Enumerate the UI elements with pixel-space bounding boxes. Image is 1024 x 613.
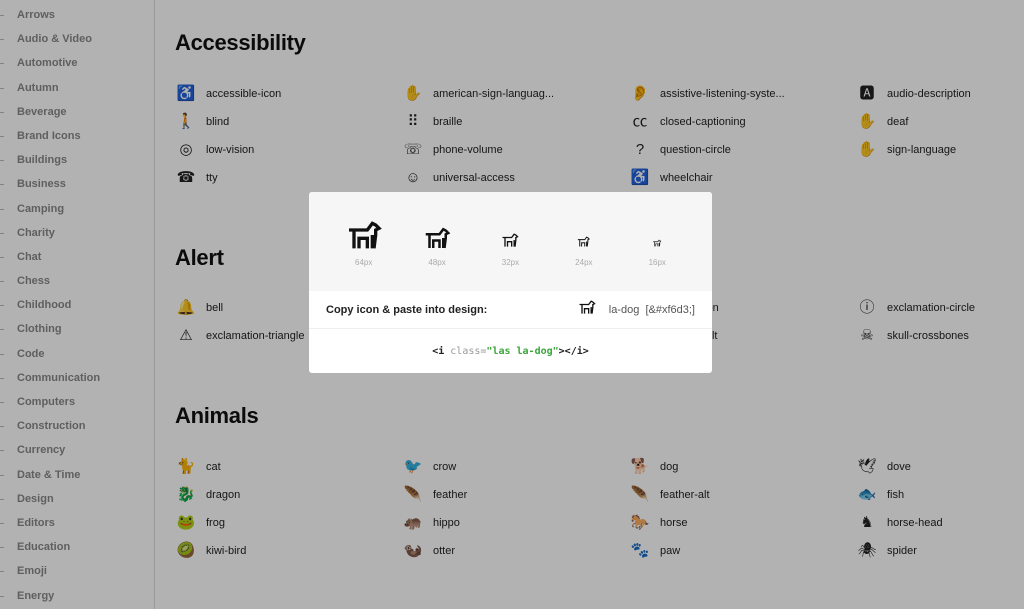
dog-icon (653, 239, 662, 246)
size-label: 16px (648, 258, 666, 267)
size-label: 64px (355, 258, 373, 267)
dog-icon (348, 221, 382, 249)
size-label: 48px (428, 258, 446, 267)
dog-icon[interactable] (577, 297, 597, 322)
dog-icon (502, 233, 520, 247)
icon-detail-modal: 64px 48px 32px 24px 16px Copy icon & paste i… (309, 192, 712, 373)
dog-icon (578, 236, 591, 247)
code-attr: class= (450, 345, 487, 357)
size-previews: 64px 48px 32px 24px 16px (309, 192, 712, 291)
code-value: "las la-dog" (486, 345, 559, 357)
copy-label: Copy icon & paste into design: (326, 303, 488, 316)
size-preview[interactable]: 48px (407, 192, 467, 291)
code-tag: <i (432, 345, 445, 357)
icon-name: la-dog [&#xf6d3;] (608, 303, 695, 316)
copy-row: Copy icon & paste into design: la-dog [&… (309, 291, 712, 329)
size-label: 32px (501, 258, 520, 267)
size-label: 24px (575, 258, 593, 267)
code-close: ></i> (558, 345, 589, 357)
size-preview[interactable]: 24px (554, 192, 614, 291)
code-snippet[interactable]: <i class= "las la-dog" ></i> (309, 329, 712, 373)
size-preview[interactable]: 64px (334, 192, 394, 291)
dog-icon (425, 227, 451, 248)
size-preview[interactable]: 16px (627, 192, 687, 291)
size-preview[interactable]: 32px (480, 192, 540, 291)
